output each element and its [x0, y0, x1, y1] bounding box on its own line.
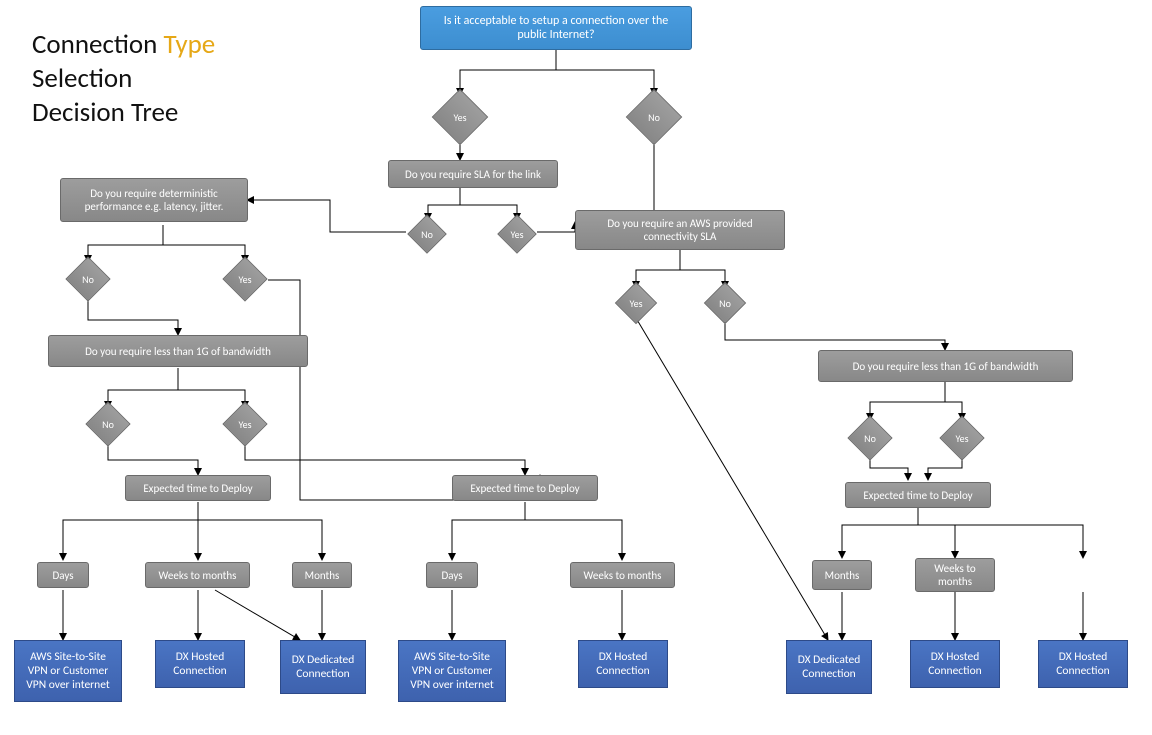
- result-hosted-2: DX Hosted Connection: [578, 640, 668, 688]
- result-vpn-1: AWS Site-to-Site VPN or Customer VPN ove…: [14, 640, 122, 702]
- root-question: Is it acceptable to setup a connection o…: [420, 6, 692, 50]
- aws-sla-yes-diamond: Yes: [621, 288, 651, 318]
- result-dedicated-2: DX Dedicated Connection: [786, 640, 872, 694]
- no-label: No: [413, 220, 441, 248]
- time-weeks-2: Weeks to months: [570, 562, 675, 588]
- deploy-mid-question: Expected time to Deploy: [452, 475, 598, 501]
- title-line3: Decision Tree: [32, 96, 178, 129]
- bw-left-no-diamond: No: [92, 408, 124, 440]
- no-label: No: [854, 422, 886, 454]
- time-days-1: Days: [37, 562, 89, 588]
- no-label: No: [710, 288, 740, 318]
- root-yes-diamond: Yes: [440, 97, 480, 137]
- sla-yes-diamond: Yes: [503, 220, 531, 248]
- time-weeks-1: Weeks to months: [145, 562, 250, 588]
- bandwidth-right-question: Do you require less than 1G of bandwidth: [818, 350, 1073, 382]
- bandwidth-left-question: Do you require less than 1G of bandwidth: [48, 335, 308, 367]
- title-line2: Selection: [32, 62, 132, 95]
- bw-right-no-diamond: No: [854, 422, 886, 454]
- no-label: No: [72, 263, 104, 295]
- sla-no-diamond: No: [413, 220, 441, 248]
- perf-no-diamond: No: [72, 263, 104, 295]
- sla-question: Do you require SLA for the link: [388, 160, 558, 188]
- time-days-2: Days: [426, 562, 478, 588]
- time-months-1: Months: [292, 562, 352, 588]
- yes-label: Yes: [440, 97, 480, 137]
- yes-label: Yes: [621, 288, 651, 318]
- result-hosted-1: DX Hosted Connection: [155, 640, 245, 688]
- aws-sla-no-diamond: No: [710, 288, 740, 318]
- yes-label: Yes: [503, 220, 531, 248]
- result-hosted-3: DX Hosted Connection: [910, 640, 1000, 688]
- deploy-left-question: Expected time to Deploy: [125, 475, 271, 501]
- aws-sla-question: Do you require an AWS provided connectiv…: [575, 210, 785, 250]
- diagram-title: Connection Type Selection Decision Tree: [32, 28, 215, 129]
- yes-label: Yes: [946, 422, 978, 454]
- yes-label: Yes: [229, 263, 261, 295]
- result-vpn-2: AWS Site-to-Site VPN or Customer VPN ove…: [398, 640, 506, 702]
- yes-label: Yes: [229, 408, 261, 440]
- time-months-2: Months: [812, 560, 872, 590]
- perf-yes-diamond: Yes: [229, 263, 261, 295]
- result-dedicated-1: DX Dedicated Connection: [280, 640, 366, 694]
- bw-left-yes-diamond: Yes: [229, 408, 261, 440]
- title-accent: Type: [163, 28, 215, 61]
- time-weeks-3: Weeks to months: [915, 558, 995, 592]
- deploy-right-question: Expected time to Deploy: [845, 482, 991, 508]
- no-label: No: [634, 97, 674, 137]
- result-hosted-4: DX Hosted Connection: [1038, 640, 1128, 688]
- no-label: No: [92, 408, 124, 440]
- perf-question: Do you require deterministic performance…: [60, 178, 248, 222]
- title-line1a: Connection: [32, 28, 163, 61]
- root-no-diamond: No: [634, 97, 674, 137]
- bw-right-yes-diamond: Yes: [946, 422, 978, 454]
